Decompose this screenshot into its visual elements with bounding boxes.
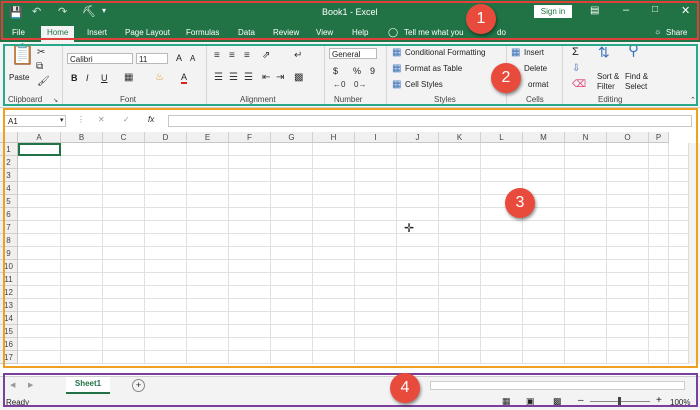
callout-frame-4 (3, 373, 698, 407)
callout-badge-4: 4 (390, 373, 420, 403)
callout-badge-3: 3 (505, 188, 535, 218)
callout-frame-3 (3, 108, 698, 368)
callout-frame-2 (3, 44, 698, 106)
callout-badge-1: 1 (466, 4, 496, 34)
callout-badge-2: 2 (491, 63, 521, 93)
callout-frame-1 (1, 1, 699, 40)
